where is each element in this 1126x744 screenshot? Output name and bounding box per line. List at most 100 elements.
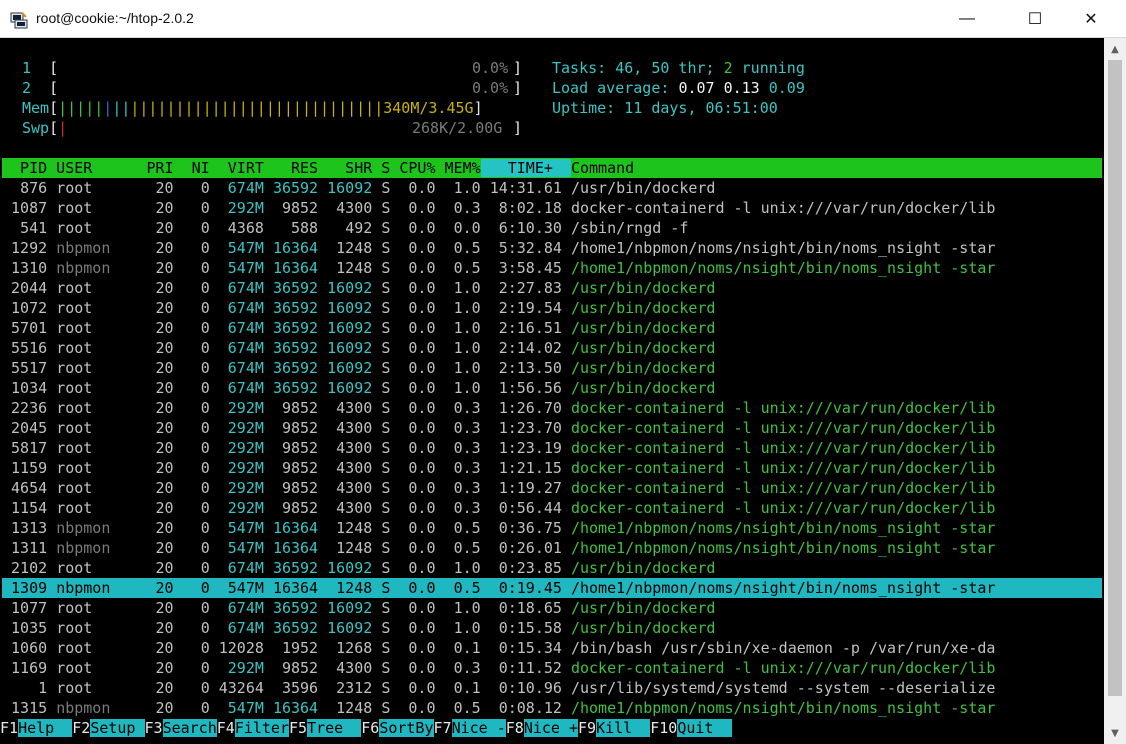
process-row[interactable]: 2102 root 20 0 674M 36592 16092 S 0.0 1.… <box>2 558 715 578</box>
process-row[interactable]: 1315 nbpmon 20 0 547M 16364 1248 S 0.0 0… <box>2 698 995 718</box>
process-row[interactable]: 1 root 20 0 43264 3596 2312 S 0.0 0.1 0:… <box>2 678 995 698</box>
process-row[interactable]: 1035 root 20 0 674M 36592 16092 S 0.0 1.… <box>2 618 715 638</box>
process-row[interactable]: 1154 root 20 0 292M 9852 4300 S 0.0 0.3 … <box>2 498 995 518</box>
fkey-f9[interactable]: F9 <box>578 719 597 737</box>
fkey-f8[interactable]: F8 <box>505 719 524 737</box>
state-cell: S <box>381 539 391 557</box>
shr-cell: 1248 <box>336 539 373 557</box>
column-header[interactable]: CPU% <box>390 159 435 177</box>
state-cell: S <box>381 599 391 617</box>
command-cell: /usr/bin/dockerd <box>570 299 716 317</box>
process-row[interactable]: 5701 root 20 0 674M 36592 16092 S 0.0 1.… <box>2 318 715 338</box>
priority-cell: 20 <box>155 259 174 277</box>
cpu1-value: 0.0% <box>472 59 509 77</box>
process-row[interactable]: 2236 root 20 0 292M 9852 4300 S 0.0 0.3 … <box>2 398 995 418</box>
fkey-f5[interactable]: F5 <box>289 719 308 737</box>
nice-cell: 0 <box>200 219 210 237</box>
process-row[interactable]: 2044 root 20 0 674M 36592 16092 S 0.0 1.… <box>2 278 715 298</box>
column-header[interactable]: MEM% <box>436 159 481 177</box>
scroll-down-icon[interactable]: ▼ <box>1104 724 1126 742</box>
scroll-thumb[interactable] <box>1108 60 1122 696</box>
state-cell: S <box>381 699 391 717</box>
fkey-label[interactable]: Quit <box>677 719 732 737</box>
res-cell: 588 <box>291 219 319 237</box>
swp-label: Swp <box>22 119 50 137</box>
time-cell: 8:02.18 <box>498 199 562 217</box>
command-cell: /home1/nbpmon/noms/nsight/bin/noms_nsigh… <box>570 259 996 277</box>
fkey-f2[interactable]: F2 <box>72 719 91 737</box>
fkey-label[interactable]: SortBy <box>379 719 434 737</box>
process-row[interactable]: 1077 root 20 0 674M 36592 16092 S 0.0 1.… <box>2 598 715 618</box>
nice-cell: 0 <box>200 279 210 297</box>
maximize-button[interactable]: ☐ <box>1012 0 1058 38</box>
fkey-label[interactable]: Nice - <box>451 719 506 737</box>
process-row[interactable]: 541 root 20 0 4368 588 492 S 0.0 0.0 6:1… <box>2 218 688 238</box>
fkey-label[interactable]: Tree <box>307 719 362 737</box>
title-bar[interactable]: root@cookie:~/htop-2.0.2 — ☐ ✕ <box>0 0 1126 38</box>
pid-cell: 1087 <box>11 199 48 217</box>
pid-cell: 5817 <box>11 439 48 457</box>
fkey-f4[interactable]: F4 <box>216 719 235 737</box>
virt-cell: 674M <box>227 339 264 357</box>
user-cell: root <box>56 359 93 377</box>
column-header[interactable]: USER <box>47 159 137 177</box>
pid-cell: 1077 <box>11 599 48 617</box>
column-header[interactable]: NI <box>174 159 210 177</box>
priority-cell: 20 <box>155 479 174 497</box>
process-row[interactable]: 1060 root 20 0 12028 1952 1268 S 0.0 0.1… <box>2 638 995 658</box>
nice-cell: 0 <box>200 399 210 417</box>
column-header[interactable]: S <box>372 159 390 177</box>
cpu2-value: 0.0% <box>472 79 509 97</box>
mem-cell: 0.5 <box>453 259 481 277</box>
process-row[interactable]: 1292 nbpmon 20 0 547M 16364 1248 S 0.0 0… <box>2 238 995 258</box>
scroll-up-icon[interactable]: ▲ <box>1104 40 1126 58</box>
minimize-button[interactable]: — <box>944 0 990 38</box>
column-header[interactable]: Command <box>571 159 634 177</box>
terminal-screen[interactable]: 1 [ 0.0% ] 2 [ 0.0% ] Mem[||||||||||||||… <box>0 38 1104 744</box>
process-row[interactable]: 1034 root 20 0 674M 36592 16092 S 0.0 1.… <box>2 378 715 398</box>
fkey-f1[interactable]: F1 <box>0 719 19 737</box>
fkey-label[interactable]: Nice + <box>523 719 578 737</box>
res-cell: 36592 <box>272 339 319 357</box>
process-row[interactable]: 1169 root 20 0 292M 9852 4300 S 0.0 0.3 … <box>2 658 995 678</box>
column-header-row[interactable]: PID USER PRI NI VIRT RES SHR S CPU% MEM%… <box>2 158 1102 178</box>
fkey-f3[interactable]: F3 <box>144 719 163 737</box>
process-row[interactable]: 876 root 20 0 674M 36592 16092 S 0.0 1.0… <box>2 178 715 198</box>
process-row[interactable]: 5817 root 20 0 292M 9852 4300 S 0.0 0.3 … <box>2 438 995 458</box>
state-cell: S <box>381 219 391 237</box>
time-cell: 14:31.61 <box>489 179 562 197</box>
process-row[interactable]: 4654 root 20 0 292M 9852 4300 S 0.0 0.3 … <box>2 478 995 498</box>
process-row[interactable]: 1310 nbpmon 20 0 547M 16364 1248 S 0.0 0… <box>2 258 995 278</box>
command-cell: /home1/nbpmon/noms/nsight/bin/noms_nsigh… <box>570 239 996 257</box>
fkey-label[interactable]: Help <box>18 719 73 737</box>
shr-cell: 4300 <box>336 499 373 517</box>
process-row[interactable]: 5516 root 20 0 674M 36592 16092 S 0.0 1.… <box>2 338 715 358</box>
column-header-sorted[interactable]: TIME+ <box>480 159 571 177</box>
process-row[interactable]: 1072 root 20 0 674M 36592 16092 S 0.0 1.… <box>2 298 715 318</box>
column-header[interactable]: SHR <box>318 159 372 177</box>
process-row-selected[interactable]: 1309 nbpmon 20 0 547M 16364 1248 S 0.0 0… <box>2 578 1102 598</box>
process-row[interactable]: 1313 nbpmon 20 0 547M 16364 1248 S 0.0 0… <box>2 518 995 538</box>
shr-cell: 16092 <box>327 299 373 317</box>
column-header[interactable]: RES <box>264 159 318 177</box>
column-header[interactable]: PRI <box>137 159 173 177</box>
fkey-f6[interactable]: F6 <box>361 719 380 737</box>
fkey-f7[interactable]: F7 <box>433 719 452 737</box>
close-button[interactable]: ✕ <box>1068 0 1114 38</box>
column-header[interactable]: VIRT <box>210 159 264 177</box>
process-row[interactable]: 1087 root 20 0 292M 9852 4300 S 0.0 0.3 … <box>2 198 995 218</box>
column-header[interactable]: PID <box>2 159 47 177</box>
fkey-label[interactable]: Filter <box>234 719 289 737</box>
fkey-label[interactable]: Kill <box>596 719 651 737</box>
process-row[interactable]: 2045 root 20 0 292M 9852 4300 S 0.0 0.3 … <box>2 418 995 438</box>
pid-cell: 1315 <box>11 699 48 717</box>
res-cell: 1952 <box>281 639 319 657</box>
fkey-label[interactable]: Setup <box>90 719 145 737</box>
process-row[interactable]: 1159 root 20 0 292M 9852 4300 S 0.0 0.3 … <box>2 458 995 478</box>
fkey-f10[interactable]: F10 <box>650 719 678 737</box>
pid-cell: 5701 <box>11 319 48 337</box>
fkey-label[interactable]: Search <box>162 719 217 737</box>
process-row[interactable]: 1311 nbpmon 20 0 547M 16364 1248 S 0.0 0… <box>2 538 995 558</box>
process-row[interactable]: 5517 root 20 0 674M 36592 16092 S 0.0 1.… <box>2 358 715 378</box>
vertical-scrollbar[interactable]: ▲ ▼ <box>1104 38 1126 744</box>
